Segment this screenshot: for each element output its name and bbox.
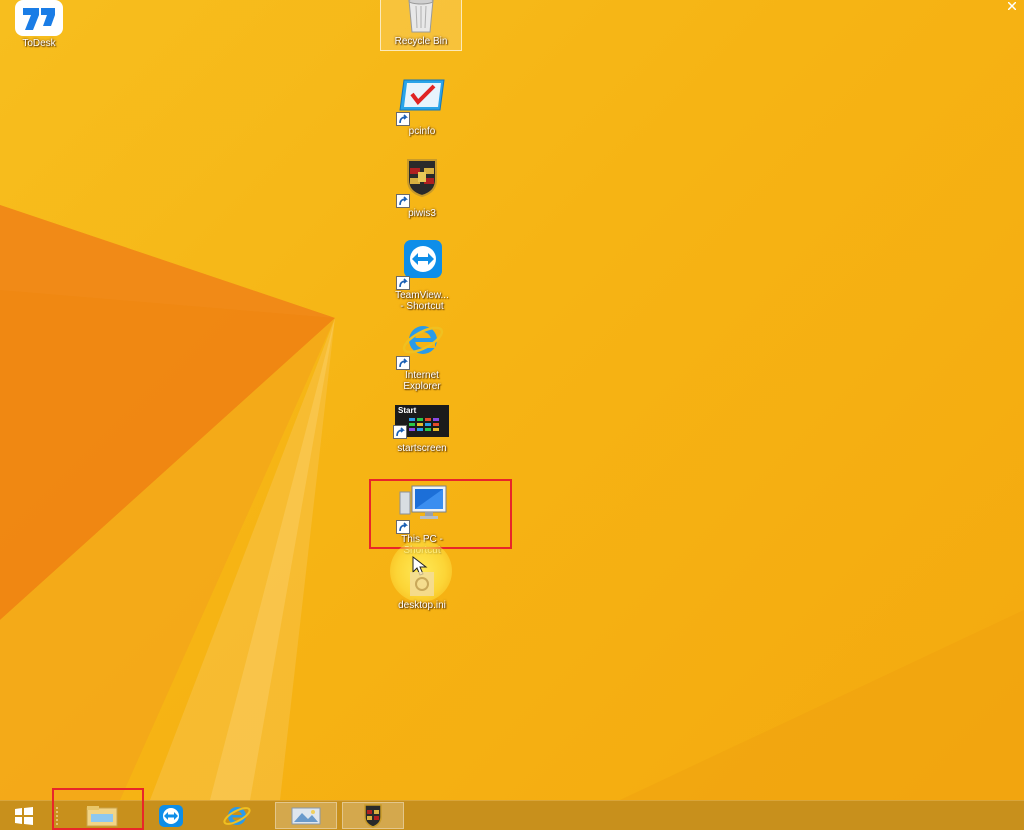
- desktop-icon-label: pcinfo: [408, 126, 436, 137]
- settings-file-icon: [398, 568, 446, 598]
- desktop-icon-todesk[interactable]: ToDesk: [0, 0, 84, 49]
- teamviewer-icon: [159, 804, 183, 827]
- close-icon[interactable]: [1008, 2, 1016, 10]
- taskbar-teamviewer[interactable]: [148, 802, 194, 829]
- desktop-icon-desktop-ini[interactable]: desktop.ini: [377, 568, 467, 611]
- desktop-icon-label: ToDesk: [22, 38, 56, 49]
- porsche-crest-icon: [364, 803, 382, 828]
- desktop-icon-startscreen[interactable]: Start startscreen: [377, 403, 467, 454]
- desktop-icon-piwis3[interactable]: piwis3: [377, 158, 467, 219]
- pcinfo-icon: [396, 76, 446, 126]
- ie-icon: [223, 806, 251, 825]
- photo-viewer-icon: [291, 807, 321, 824]
- teamviewer-icon: [396, 240, 446, 290]
- desktop-icon-label: desktop.ini: [398, 600, 446, 611]
- desktop-icon-recycle-bin[interactable]: Recycle Bin: [380, 0, 462, 51]
- windows-logo-icon: [15, 806, 33, 825]
- todesk-icon: [13, 0, 65, 36]
- highlight-box-file-explorer: [52, 788, 144, 830]
- desktop-icon-label: startscreen: [397, 443, 447, 454]
- wallpaper: [0, 205, 1024, 800]
- taskbar-piwis[interactable]: [342, 802, 404, 829]
- desktop-icon-label: Internet Explorer: [403, 370, 441, 392]
- start-button[interactable]: [4, 802, 44, 829]
- desktop-icon-label: TeamView... - Shortcut: [395, 290, 449, 312]
- startscreen-icon: Start: [393, 405, 449, 439]
- shortcut-arrow-icon: [396, 194, 410, 208]
- taskbar-internet-explorer[interactable]: [214, 802, 260, 829]
- startscreen-tile-text: Start: [398, 406, 417, 415]
- desktop-icon-label: Recycle Bin: [394, 36, 448, 47]
- recycle-bin-icon: [397, 0, 445, 34]
- shortcut-arrow-icon: [396, 276, 410, 290]
- desktop[interactable]: ToDesk Recycle Bin pcinfo piwis3 TeamVie…: [0, 0, 1024, 800]
- shortcut-arrow-icon: [393, 425, 407, 439]
- ie-icon: [396, 320, 446, 370]
- shortcut-arrow-icon: [396, 356, 410, 370]
- taskbar[interactable]: [0, 788, 1024, 830]
- desktop-icon-pcinfo[interactable]: pcinfo: [377, 76, 467, 137]
- highlight-box-this-pc: [369, 479, 512, 549]
- desktop-icon-teamviewer[interactable]: TeamView... - Shortcut: [377, 240, 467, 312]
- taskbar-photos[interactable]: [275, 802, 337, 829]
- desktop-icon-label: piwis3: [408, 208, 436, 219]
- porsche-crest-icon: [396, 158, 446, 208]
- desktop-icon-internet-explorer[interactable]: Internet Explorer: [377, 320, 467, 392]
- shortcut-arrow-icon: [396, 112, 410, 126]
